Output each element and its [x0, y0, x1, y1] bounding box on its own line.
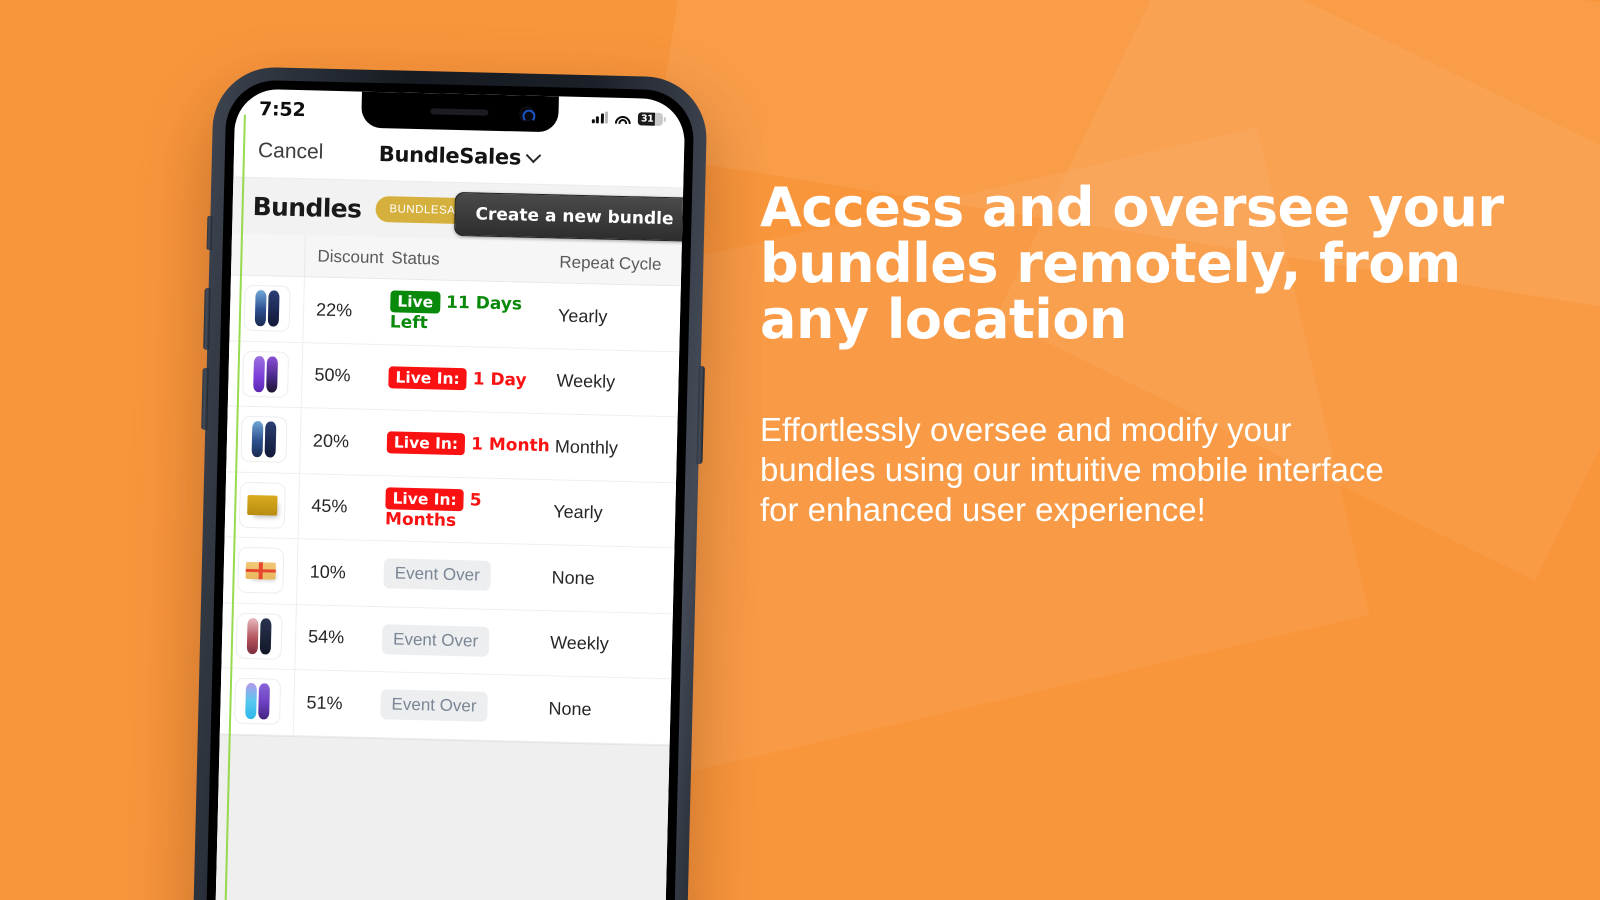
status-badge: Event Over — [380, 689, 488, 723]
snowboard-blue-pair-icon — [243, 285, 291, 333]
repeat-cycle-value: Weekly — [556, 370, 616, 393]
bundles-title: Bundles — [252, 191, 362, 224]
discount-value: 45% — [311, 495, 348, 517]
wifi-icon — [614, 112, 631, 125]
repeat-cycle-value: Monthly — [554, 436, 619, 458]
snowboard-red-navy-pair-icon — [235, 612, 283, 660]
table-row[interactable]: 50% Live In: 1 Day Weekly — [227, 340, 680, 418]
table-row[interactable]: 22% Live 11 Days Left Yearly — [229, 275, 681, 352]
phone-notch — [361, 91, 559, 133]
marketing-copy: Access and oversee your bundles remotely… — [760, 176, 1520, 529]
create-new-bundle-button[interactable]: Create a new bundle — [454, 191, 686, 242]
status-bar-time: 7:52 — [258, 97, 306, 121]
discount-value: 51% — [306, 692, 343, 714]
status-cell: Live 11 Days Left — [388, 290, 557, 337]
status-cell: Event Over — [381, 558, 550, 592]
snowboard-purple-pair-icon — [241, 350, 289, 398]
repeat-cycle-value: None — [548, 698, 592, 720]
column-header-discount: Discount — [317, 246, 384, 267]
earpiece-speaker — [429, 108, 488, 116]
headline: Access and oversee your bundles remotely… — [760, 176, 1504, 352]
table-empty-area — [215, 733, 670, 900]
cellular-signal-icon — [591, 111, 609, 124]
phone-screen: 7:52 31 Cancel BundleSales Bundles BUNDL… — [214, 88, 686, 900]
gift-card-icon — [236, 546, 284, 595]
status-cell: Event Over — [380, 623, 549, 658]
power-button[interactable] — [696, 365, 705, 465]
snowboard-cyan-pair-icon — [233, 677, 281, 726]
front-camera-icon — [519, 106, 535, 122]
phone-frame: 7:52 31 Cancel BundleSales Bundles BUNDL… — [192, 65, 708, 900]
table-row[interactable]: 51% Event Over None — [219, 668, 672, 745]
table-body: 22% Live 11 Days Left Yearly 50% Live In: 1 Da… — [219, 275, 681, 745]
status-badge: Live — [390, 290, 441, 314]
status-badge: Live In: — [385, 487, 465, 511]
repeat-cycle-value: None — [551, 567, 595, 589]
battery-icon: 31 — [637, 111, 664, 126]
table-row[interactable]: 54% Event Over Weekly — [221, 602, 673, 680]
status-countdown-text: 1 Month — [470, 434, 551, 457]
discount-value: 54% — [307, 626, 345, 648]
discount-value: 50% — [314, 364, 351, 386]
status-countdown-text: 1 Day — [472, 369, 527, 391]
column-header-status: Status — [391, 247, 440, 269]
discount-value: 22% — [315, 299, 353, 321]
status-badge: Event Over — [381, 623, 490, 657]
status-cell: Event Over — [378, 689, 547, 723]
snowboard-blue-pair-icon — [239, 415, 288, 464]
volume-up-button[interactable] — [203, 287, 211, 350]
status-cell: Live In: 1 Day — [386, 366, 554, 392]
column-header-cycle: Repeat Cycle — [559, 251, 662, 274]
discount-value: 20% — [312, 430, 350, 452]
status-cell: Live In: 1 Month — [385, 431, 553, 458]
table-row[interactable]: 20% Live In: 1 Month Monthly — [226, 406, 678, 483]
cancel-button[interactable]: Cancel — [258, 139, 324, 165]
phone-bezel: 7:52 31 Cancel BundleSales Bundles BUNDL… — [205, 79, 695, 900]
mute-switch[interactable] — [206, 215, 213, 250]
status-badge: Live In: — [388, 366, 467, 390]
volume-down-button[interactable] — [201, 367, 209, 430]
repeat-cycle-value: Weekly — [549, 632, 609, 655]
discount-value: 10% — [309, 561, 347, 583]
status-badge: Event Over — [383, 558, 492, 592]
status-bar-indicators: 31 — [591, 107, 664, 126]
page-header: Bundles BUNDLESALE PRO Create a new bund… — [231, 176, 686, 245]
status-cell: Live In: 5 Months — [383, 487, 552, 533]
repeat-cycle-value: Yearly — [553, 501, 603, 523]
repeat-cycle-value: Yearly — [557, 305, 608, 327]
gold-card-icon — [238, 481, 286, 529]
battery-level: 31 — [640, 112, 654, 125]
status-badge: Live In: — [386, 431, 466, 456]
chevron-down-icon[interactable] — [525, 147, 542, 163]
bundles-table: Discount Status Repeat Cycle 22% Live 11 D… — [215, 233, 682, 900]
page-title: BundleSales — [378, 142, 522, 170]
table-row[interactable]: 45% Live In: 5 Months Yearly — [224, 471, 677, 549]
subcopy: Effortlessly oversee and modify your bun… — [760, 411, 1384, 528]
phone-mockup: 7:52 31 Cancel BundleSales Bundles BUNDL… — [192, 65, 708, 900]
table-row[interactable]: 10% Event Over None — [222, 537, 675, 614]
